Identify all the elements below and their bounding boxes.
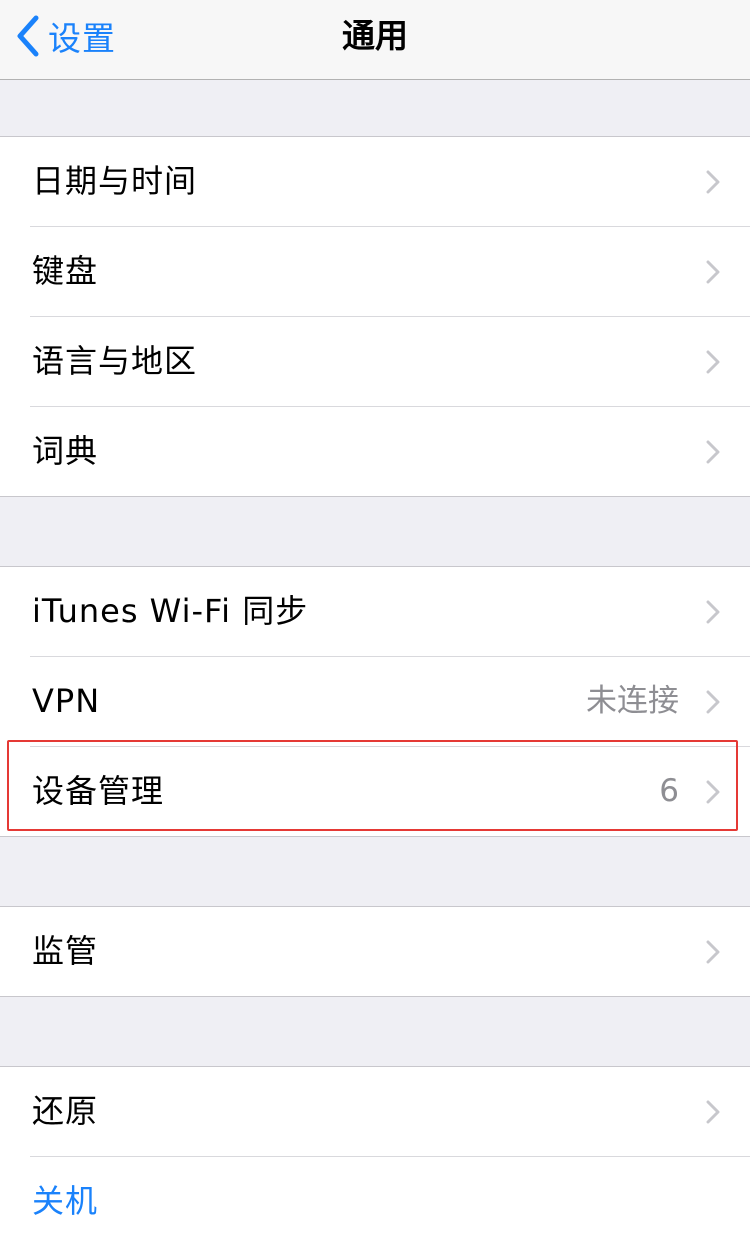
- shut-down-label: 关机: [32, 1182, 99, 1220]
- row-label: 监管: [32, 932, 99, 970]
- row-itunes-wifi-sync[interactable]: iTunes Wi-Fi 同步: [30, 567, 750, 657]
- row-reset[interactable]: 还原: [30, 1067, 750, 1157]
- row-label: 还原: [32, 1092, 99, 1130]
- settings-group-2: iTunes Wi-Fi 同步 VPN 未连接 设备管理 6: [0, 566, 750, 837]
- row-supervision[interactable]: 监管: [30, 907, 750, 996]
- settings-group-4: 还原 关机: [0, 1066, 750, 1246]
- chevron-right-icon: [706, 690, 720, 714]
- chevron-right-icon: [706, 940, 720, 964]
- chevron-right-icon: [706, 260, 720, 284]
- row-label: 键盘: [32, 252, 99, 290]
- row-label: 设备管理: [32, 772, 165, 810]
- row-vpn[interactable]: VPN 未连接: [30, 657, 750, 747]
- chevron-right-icon: [706, 600, 720, 624]
- row-language-region[interactable]: 语言与地区: [30, 317, 750, 407]
- chevron-right-icon: [706, 440, 720, 464]
- chevron-right-icon: [706, 350, 720, 374]
- row-label: 日期与时间: [32, 162, 198, 200]
- settings-group-3: 监管: [0, 906, 750, 997]
- row-keyboard[interactable]: 键盘: [30, 227, 750, 317]
- row-label: iTunes Wi-Fi 同步: [32, 592, 309, 630]
- row-dictionary[interactable]: 词典: [30, 407, 750, 496]
- vpn-status-value: 未连接: [586, 683, 679, 719]
- settings-group-1: 日期与时间 键盘 语言与地区 词典: [0, 136, 750, 497]
- row-date-time[interactable]: 日期与时间: [30, 137, 750, 227]
- navigation-bar: 设置 通用: [0, 0, 750, 80]
- chevron-right-icon: [706, 780, 720, 804]
- row-label: 语言与地区: [32, 342, 198, 380]
- chevron-right-icon: [706, 1100, 720, 1124]
- device-management-count: 6: [659, 773, 679, 809]
- page-title: 通用: [342, 16, 408, 55]
- chevron-right-icon: [706, 170, 720, 194]
- row-label: VPN: [32, 682, 101, 720]
- row-device-management[interactable]: 设备管理 6: [30, 747, 750, 836]
- row-shut-down[interactable]: 关机: [30, 1157, 750, 1246]
- row-label: 词典: [32, 432, 99, 470]
